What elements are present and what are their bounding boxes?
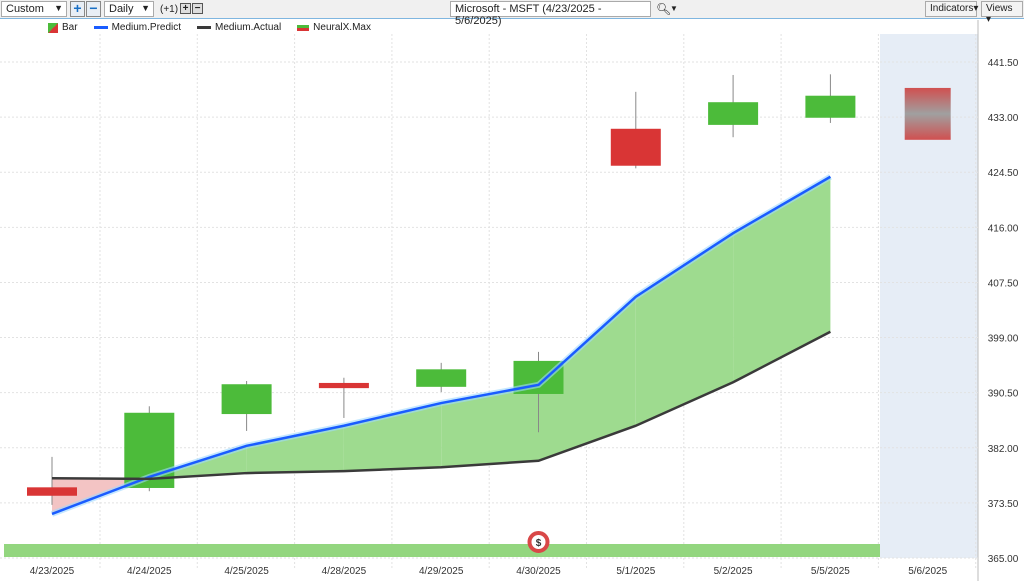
candle-down: [27, 487, 77, 496]
legend-label: Bar: [62, 22, 78, 33]
legend-actual: Medium.Actual: [197, 22, 281, 33]
x-tick-label: 5/6/2025: [908, 566, 947, 577]
y-tick-label: 424.50: [988, 168, 1019, 179]
candle-up: [221, 384, 272, 415]
y-tick-label: 433.00: [988, 113, 1019, 124]
price-chart[interactable]: 441.50 433.00 424.50 416.00 407.50 399.00 390.…: [0, 0, 1024, 581]
x-tick-label: 5/1/2025: [616, 566, 655, 577]
x-tick-label: 4/29/2025: [419, 566, 464, 577]
signal-bar: [4, 544, 880, 557]
candle-up: [708, 102, 759, 125]
line-icon: [93, 26, 108, 29]
legend-label: Medium.Predict: [111, 22, 182, 33]
legend-bar: Bar: [48, 22, 78, 33]
y-tick-label: 373.50: [988, 499, 1019, 510]
x-tick-label: 4/30/2025: [516, 566, 561, 577]
x-tick-label: 5/2/2025: [714, 566, 753, 577]
candle-down: [610, 128, 661, 166]
y-tick-label: 382.00: [988, 444, 1019, 455]
x-tick-label: 4/23/2025: [30, 566, 75, 577]
y-tick-label: 399.00: [988, 334, 1019, 345]
legend: Bar Medium.Predict Medium.Actual NeuralX…: [48, 22, 371, 33]
legend-predict: Medium.Predict: [93, 22, 182, 33]
y-tick-label: 407.50: [988, 278, 1019, 289]
x-tick-label: 4/25/2025: [224, 566, 269, 577]
legend-neuralx: NeuralX.Max: [297, 22, 371, 33]
x-tick-label: 5/5/2025: [811, 566, 850, 577]
x-tick-label: 4/28/2025: [322, 566, 367, 577]
line-icon: [197, 26, 212, 29]
legend-label: Medium.Actual: [215, 22, 282, 33]
spread-fill: [441, 384, 539, 468]
candle-up: [805, 95, 856, 118]
dividend-symbol: $: [536, 538, 542, 549]
y-tick-label: 390.50: [988, 389, 1019, 400]
y-tick-label: 441.50: [988, 58, 1019, 69]
y-tick-label: 365.00: [988, 554, 1019, 565]
legend-label: NeuralX.Max: [313, 22, 371, 33]
candle-down: [318, 382, 369, 389]
neuralx-icon: [297, 24, 310, 31]
neuralx-max-box: [904, 87, 951, 140]
candle-up: [416, 369, 467, 387]
y-tick-label: 416.00: [988, 223, 1019, 234]
bar-icon: [48, 22, 58, 33]
x-tick-label: 4/24/2025: [127, 566, 172, 577]
